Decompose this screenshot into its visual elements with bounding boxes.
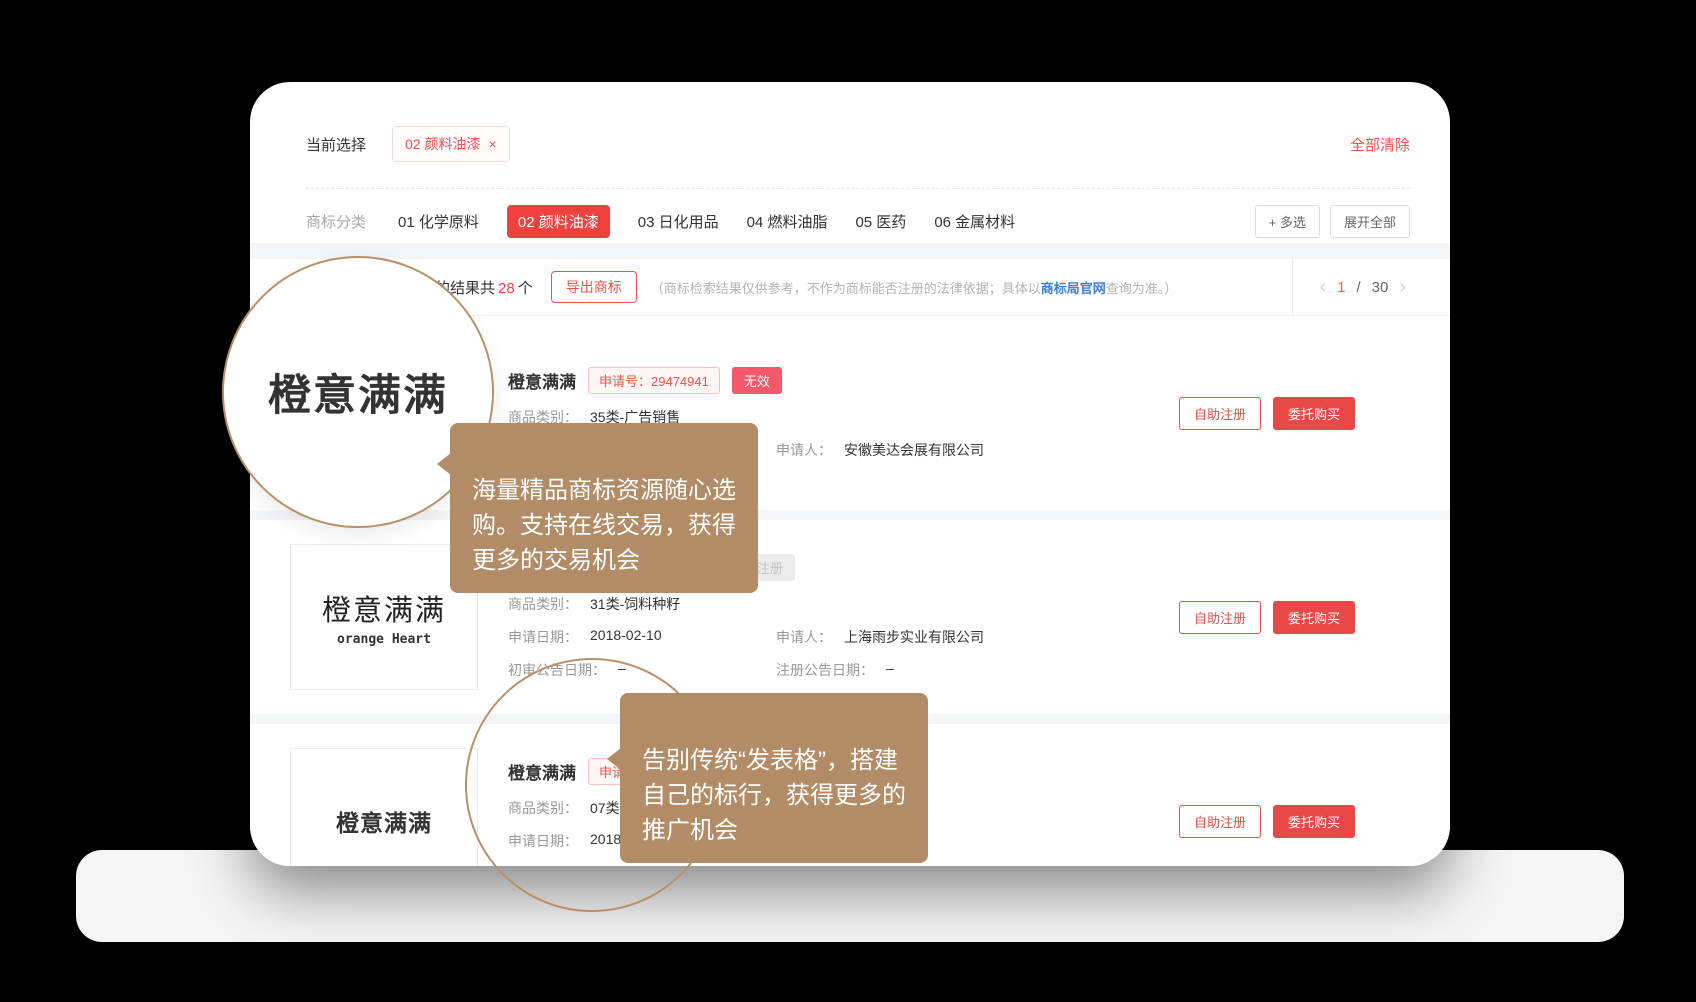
trademark-image-subtext: orange Heart bbox=[337, 632, 431, 647]
apply-date-value: 2018-02-10 bbox=[590, 627, 662, 647]
application-number-label: 申请号： bbox=[599, 374, 651, 389]
row-divider bbox=[250, 510, 1450, 520]
self-register-button[interactable]: 自助注册 bbox=[1179, 397, 1261, 430]
pagination: ‹ 1 / 30 › bbox=[1292, 259, 1406, 315]
reg-announce-value: – bbox=[886, 660, 894, 680]
clear-all-button[interactable]: 全部清除 bbox=[1350, 134, 1410, 155]
reg-announce-label: 注册公告日期： bbox=[776, 660, 874, 680]
tooltip-arrow-left bbox=[607, 748, 621, 770]
total-pages: 30 bbox=[1372, 279, 1389, 296]
selected-filter-tag-text: 02 颜料油漆 bbox=[405, 134, 480, 154]
current-page: 1 bbox=[1337, 279, 1345, 296]
next-page-icon[interactable]: › bbox=[1399, 277, 1406, 297]
category-item-05[interactable]: 05 医药 bbox=[855, 211, 906, 232]
section-divider bbox=[250, 243, 1450, 259]
trademark-image-text: 橙意满满 bbox=[336, 804, 432, 838]
row-actions: 自助注册 委托购买 bbox=[1179, 397, 1355, 430]
disclaimer-suffix: 查询为准。） bbox=[1106, 281, 1178, 296]
tooltip-promotion: 告别传统“发表格”，搭建 自己的标行，获得更多的 推广机会 bbox=[620, 693, 928, 863]
category-item-02-selected[interactable]: 02 颜料油漆 bbox=[507, 205, 610, 238]
applicant-label: 申请人： bbox=[776, 440, 832, 460]
tooltip-marketplace: 海量精品商标资源随心选 购。支持在线交易，获得 更多的交易机会 bbox=[450, 423, 758, 593]
entrust-buy-button[interactable]: 委托购买 bbox=[1273, 805, 1355, 838]
trademark-image-3[interactable]: 橙意满满 bbox=[290, 748, 478, 866]
results-count-unit: 个 bbox=[518, 280, 533, 297]
disclaimer-prefix: （商标检索结果仅供参考，不作为商标能否注册的法律依据；具体以 bbox=[651, 281, 1041, 296]
goods-category-value: 31类-饲料种籽 bbox=[590, 594, 680, 614]
tooltip-text: 海量精品商标资源随心选 购。支持在线交易，获得 更多的交易机会 bbox=[472, 477, 736, 574]
field-line: 商品类别： 31类-饲料种籽 bbox=[508, 594, 1159, 614]
applicant-field: 申请人： 上海雨步实业有限公司 bbox=[776, 627, 984, 647]
selected-filter-tag[interactable]: 02 颜料油漆 × bbox=[392, 126, 510, 162]
category-actions: + 多选 展开全部 bbox=[1255, 205, 1410, 238]
status-badge: 无效 bbox=[732, 367, 782, 394]
applicant-field: 申请人： 安徽美达会展有限公司 bbox=[776, 440, 984, 460]
tooltip-text: 告别传统“发表格”，搭建 自己的标行，获得更多的 推广机会 bbox=[642, 747, 906, 844]
entrust-buy-button[interactable]: 委托购买 bbox=[1273, 397, 1355, 430]
entrust-buy-button[interactable]: 委托购买 bbox=[1273, 601, 1355, 634]
magnified-trademark-text: 橙意满满 bbox=[268, 361, 448, 423]
category-item-04[interactable]: 04 燃料油脂 bbox=[747, 211, 828, 232]
row-actions: 自助注册 委托购买 bbox=[1179, 601, 1355, 634]
apply-date-label: 申请日期： bbox=[508, 627, 578, 647]
application-number-pill: 申请号：29474941 bbox=[588, 367, 720, 394]
expand-all-button[interactable]: 展开全部 bbox=[1330, 205, 1410, 238]
trademark-name: 橙意满满 bbox=[508, 368, 576, 393]
current-selection-label: 当前选择 bbox=[306, 134, 366, 155]
table-row: 橙意满满 orange Heart 橙意满满 申请号：29482153 已注册 … bbox=[250, 520, 1450, 714]
reg-announce-field: 注册公告日期： – bbox=[776, 660, 894, 680]
category-item-06[interactable]: 06 金属材料 bbox=[934, 211, 1015, 232]
trademark-office-link[interactable]: 商标局官网 bbox=[1041, 281, 1106, 296]
top-filter-bar: 当前选择 02 颜料油漆 × 全部清除 商标分类 01 化学原料 02 颜料油漆… bbox=[250, 82, 1450, 243]
current-selection-row: 当前选择 02 颜料油漆 × 全部清除 bbox=[306, 100, 1410, 189]
category-item-03[interactable]: 03 日化用品 bbox=[638, 211, 719, 232]
category-item-01[interactable]: 01 化学原料 bbox=[398, 211, 479, 232]
applicant-label: 申请人： bbox=[776, 627, 832, 647]
goods-category-field: 商品类别： 31类-饲料种籽 bbox=[508, 594, 680, 614]
multi-select-button[interactable]: + 多选 bbox=[1255, 205, 1320, 238]
self-register-button[interactable]: 自助注册 bbox=[1179, 805, 1261, 838]
export-trademark-button[interactable]: 导出商标 bbox=[551, 271, 637, 303]
prev-page-icon[interactable]: ‹ bbox=[1319, 277, 1326, 297]
apply-date-field: 申请日期： 2018-02-10 bbox=[508, 627, 776, 647]
disclaimer-text: （商标检索结果仅供参考，不作为商标能否注册的法律依据；具体以商标局官网查询为准。… bbox=[651, 278, 1178, 297]
row-actions: 自助注册 委托购买 bbox=[1179, 805, 1355, 838]
field-line: 申请日期： 2018-02-10 申请人： 上海雨步实业有限公司 bbox=[508, 627, 1159, 647]
applicant-value: 安徽美达会展有限公司 bbox=[844, 440, 984, 460]
close-icon[interactable]: × bbox=[488, 136, 496, 152]
applicant-value: 上海雨步实业有限公司 bbox=[844, 627, 984, 647]
self-register-button[interactable]: 自助注册 bbox=[1179, 601, 1261, 634]
goods-category-label: 商品类别： bbox=[508, 594, 578, 614]
page-separator: / bbox=[1356, 279, 1360, 296]
title-line: 橙意满满 申请号：29474941 无效 bbox=[508, 367, 1159, 394]
results-count: 28 bbox=[498, 280, 515, 297]
tooltip-arrow-left bbox=[437, 453, 451, 475]
category-row: 商标分类 01 化学原料 02 颜料油漆 03 日化用品 04 燃料油脂 05 … bbox=[306, 199, 1410, 243]
category-label: 商标分类 bbox=[306, 211, 366, 232]
application-number-value: 29474941 bbox=[651, 374, 709, 389]
trademark-image-text: 橙意满满 bbox=[322, 587, 446, 629]
